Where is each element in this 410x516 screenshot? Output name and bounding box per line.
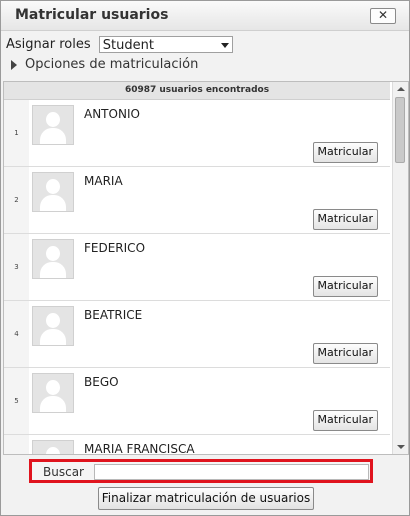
role-select-value: Student xyxy=(102,38,154,53)
avatar xyxy=(32,105,74,145)
chevron-down-icon xyxy=(220,43,229,48)
row-index: 1 xyxy=(4,100,29,166)
list-item: 2 MARIA Matricular xyxy=(4,167,390,234)
user-list: 60987 usuarios encontrados 1 ANTONIO Mat… xyxy=(3,81,409,455)
user-name: BEATRICE xyxy=(84,308,143,322)
user-name: MARIA xyxy=(84,174,123,188)
list-item: 6 MARIA FRANCISCA xyxy=(4,435,390,455)
redaction xyxy=(80,388,238,414)
redaction xyxy=(149,108,191,120)
user-name: FEDERICO xyxy=(84,241,146,255)
list-item: 5 BEGO Matricular xyxy=(4,368,390,435)
scroll-up-icon[interactable] xyxy=(397,87,405,91)
list-item: 1 ANTONIO Matricular xyxy=(4,100,390,167)
search-label: Buscar xyxy=(43,465,84,479)
row-index: 5 xyxy=(4,368,29,434)
user-name: MARIA FRANCISCA xyxy=(84,442,195,455)
avatar xyxy=(32,373,74,413)
redaction xyxy=(82,187,258,209)
redaction xyxy=(76,120,284,146)
assign-roles-row: Asignar roles Student xyxy=(6,36,233,53)
enrol-users-dialog: Matricular usuarios ✕ Asignar roles Stud… xyxy=(0,0,410,516)
close-icon: ✕ xyxy=(377,8,389,22)
user-name: BEGO xyxy=(84,375,119,389)
redaction xyxy=(149,256,281,278)
avatar xyxy=(32,172,74,212)
avatar xyxy=(32,440,74,454)
expand-triangle-icon xyxy=(11,59,17,70)
user-name: ANTONIO xyxy=(84,107,140,121)
enrol-button[interactable]: Matricular xyxy=(312,276,378,297)
enrol-options-label: Opciones de matriculación xyxy=(25,57,199,72)
dialog-title: Matricular usuarios xyxy=(15,7,169,23)
enrol-button[interactable]: Matricular xyxy=(312,209,378,230)
assign-roles-label: Asignar roles xyxy=(6,37,91,52)
redaction xyxy=(140,337,248,357)
enrol-options-toggle[interactable]: Opciones de matriculación xyxy=(11,57,198,72)
dialog-titlebar: Matricular usuarios ✕ xyxy=(1,1,409,31)
enrol-button[interactable]: Matricular xyxy=(312,410,378,431)
scroll-down-icon[interactable] xyxy=(397,445,405,449)
scrollbar-thumb[interactable] xyxy=(395,97,405,163)
finish-enrolment-button[interactable]: Finalizar matriculación de usuarios xyxy=(98,487,314,510)
list-item: 3 FEDERICO Matricular xyxy=(4,234,390,301)
row-index: 2 xyxy=(4,167,29,233)
search-box: Buscar xyxy=(29,459,373,483)
user-count: 60987 usuarios encontrados xyxy=(4,82,390,100)
enrol-button[interactable]: Matricular xyxy=(312,142,378,163)
role-select[interactable]: Student xyxy=(98,36,233,53)
row-index: 3 xyxy=(4,234,29,300)
avatar xyxy=(32,239,74,279)
list-item: 4 BEATRICE Matricular xyxy=(4,301,390,368)
search-input[interactable] xyxy=(94,464,369,480)
enrol-button[interactable]: Matricular xyxy=(312,343,378,364)
list-scrollbar[interactable] xyxy=(392,82,408,454)
avatar xyxy=(32,306,74,346)
row-index: 6 xyxy=(4,435,29,454)
close-button[interactable]: ✕ xyxy=(370,8,396,24)
row-index: 4 xyxy=(4,301,29,367)
